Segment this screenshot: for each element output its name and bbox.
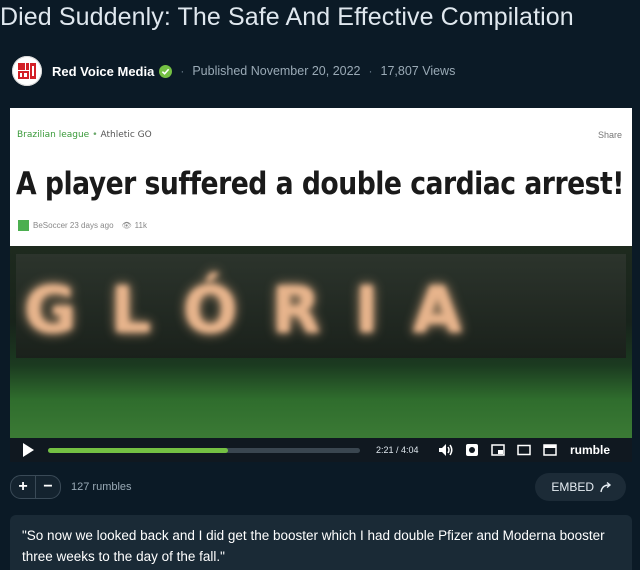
video-frame-stadium: GLÓRIA (10, 246, 632, 438)
eye-icon: 👁 (121, 221, 132, 230)
downvote-button[interactable]: − (35, 476, 60, 498)
meta-separator: · (180, 64, 185, 78)
source-logo-icon (18, 220, 29, 231)
rumble-logo[interactable]: rumble (570, 443, 610, 457)
progress-bar[interactable] (48, 447, 360, 453)
embed-button[interactable]: EMBED (535, 473, 626, 501)
stadium-sign-text: GLÓRIA (24, 274, 497, 348)
player-controls: 2:21 / 4:04 rumble (10, 438, 632, 462)
verified-check-icon (159, 64, 173, 78)
video-player[interactable]: Brazilian league • Athletic GO Share A pla… (10, 108, 632, 462)
volume-icon[interactable] (438, 443, 454, 457)
frame-byline: BeSoccer 23 days ago 👁 11k (18, 220, 147, 231)
frame-breadcrumb: Brazilian league • Athletic GO (17, 130, 152, 140)
picture-in-picture-icon[interactable] (490, 443, 506, 457)
channel-avatar[interactable] (12, 56, 42, 86)
published-date: Published November 20, 2022 (192, 64, 361, 78)
share-arrow-icon (600, 481, 612, 493)
upvote-button[interactable]: + (11, 476, 35, 498)
video-frame-article-header: Brazilian league • Athletic GO Share A pla… (10, 108, 632, 246)
theater-mode-icon[interactable] (516, 443, 532, 457)
vote-group: + − (10, 475, 61, 499)
rumble-count: 127 rumbles (71, 481, 132, 493)
settings-icon[interactable] (464, 443, 480, 457)
red-voice-media-logo-icon (18, 63, 36, 79)
play-icon[interactable] (20, 442, 36, 458)
frame-share-label: Share (597, 130, 622, 140)
video-title: Died Suddenly: The Safe And Effective Co… (0, 3, 574, 31)
meta-separator: · (368, 64, 373, 78)
fullscreen-icon[interactable] (542, 443, 558, 457)
frame-headline: A player suffered a double cardiac arres… (16, 166, 624, 202)
channel-row: Red Voice Media · Published November 20,… (12, 56, 632, 86)
description-text: "So now we looked back and I did get the… (22, 528, 605, 564)
progress-fill (48, 447, 229, 453)
view-count: 17,807 Views (380, 64, 456, 78)
channel-name[interactable]: Red Voice Media (52, 64, 154, 79)
time-display: 2:21 / 4:04 (376, 445, 419, 455)
description-box: "So now we looked back and I did get the… (10, 515, 632, 570)
action-row: + − 127 rumbles EMBED (10, 473, 632, 501)
embed-label: EMBED (551, 480, 594, 494)
